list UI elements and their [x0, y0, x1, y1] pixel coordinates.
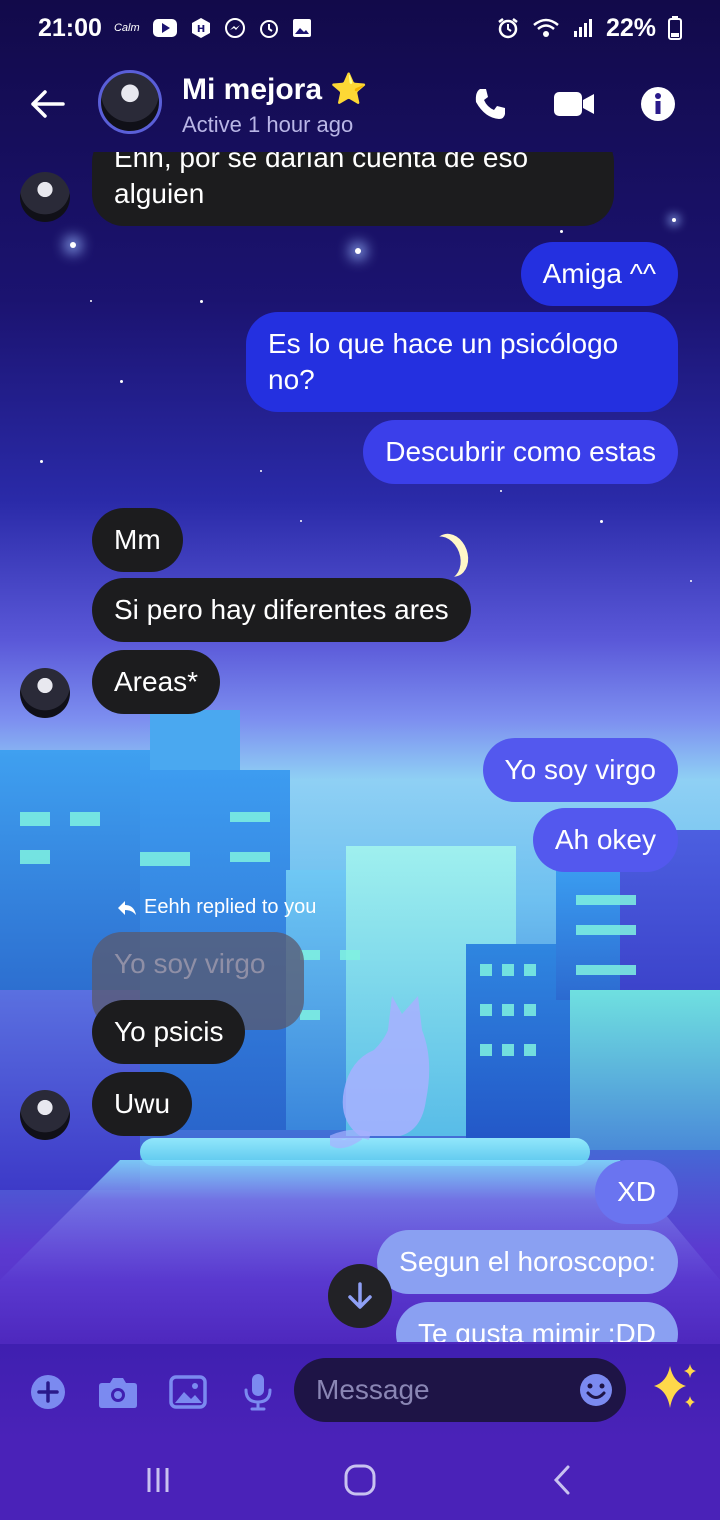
message-input[interactable]: Message: [294, 1358, 626, 1422]
message-bubble-outgoing[interactable]: Es lo que hace un psicólogo no?: [246, 312, 678, 412]
status-bar: 21:00 Calm H 22%: [0, 0, 720, 56]
sender-avatar[interactable]: [20, 172, 70, 222]
arrow-left-icon: [31, 90, 65, 118]
arrow-down-icon: [348, 1282, 372, 1309]
message-bubble-outgoing[interactable]: XD: [595, 1160, 678, 1224]
message-bubble-outgoing[interactable]: Ah okey: [532, 808, 678, 872]
battery-level: 22%: [605, 13, 656, 42]
voice-call-button[interactable]: [466, 80, 514, 128]
photo-gallery-icon: [169, 1375, 207, 1409]
gallery-button[interactable]: [162, 1366, 214, 1418]
battery-icon: [668, 16, 682, 40]
microphone-icon: [244, 1374, 272, 1411]
camera-icon: [99, 1378, 137, 1408]
message-bubble-outgoing[interactable]: Te gusta mimir :DD: [395, 1302, 678, 1342]
voice-message-button[interactable]: [232, 1366, 284, 1418]
smiley-icon: [580, 1374, 612, 1406]
video-camera-icon: [554, 92, 594, 116]
svg-text:H: H: [196, 24, 204, 35]
sender-avatar[interactable]: [20, 1090, 70, 1140]
system-navigation-bar: [0, 1440, 720, 1520]
sparkles-icon: [654, 1364, 696, 1408]
home-icon: [344, 1464, 376, 1496]
contact-avatar[interactable]: [98, 70, 162, 134]
sender-avatar[interactable]: [20, 668, 70, 718]
emoji-button[interactable]: [578, 1372, 614, 1408]
message-composer: Message: [0, 1344, 720, 1440]
plus-circle-icon: [31, 1375, 65, 1409]
conversation-info-button[interactable]: [634, 80, 682, 128]
messenger-icon: [224, 18, 245, 38]
sparkles-quick-reaction-button[interactable]: [646, 1360, 702, 1416]
wifi-icon: [533, 18, 559, 37]
message-bubble-incoming[interactable]: Si pero hay diferentes ares: [92, 578, 471, 642]
status-time: 21:00: [38, 13, 102, 42]
video-call-button[interactable]: [550, 80, 598, 128]
system-back-button[interactable]: [542, 1460, 582, 1500]
message-bubble-incoming[interactable]: Ehh, por se darían cuenta de eso alguien: [92, 152, 614, 226]
recent-apps-button[interactable]: [138, 1460, 178, 1500]
youtube-icon: [152, 19, 177, 37]
message-bubble-incoming[interactable]: Uwu: [92, 1072, 193, 1136]
alarm-icon: [259, 20, 278, 38]
star-emoji: ⭐: [330, 73, 368, 106]
alarm-icon: [498, 18, 518, 39]
back-button[interactable]: [24, 82, 72, 126]
message-bubble-outgoing[interactable]: Descubrir como estas: [363, 420, 678, 484]
calm-icon: Calm: [113, 22, 140, 34]
home-button[interactable]: [340, 1460, 380, 1500]
message-bubble-outgoing[interactable]: Yo soy virgo: [482, 738, 678, 802]
more-actions-button[interactable]: [22, 1366, 74, 1418]
image-icon: [292, 19, 311, 37]
phone-icon: [475, 89, 505, 119]
reply-indicator: Eehh replied to you: [116, 896, 316, 919]
message-bubble-incoming[interactable]: Mm: [92, 508, 183, 572]
reply-icon: [118, 900, 136, 915]
info-icon: [641, 87, 675, 121]
message-bubble-incoming[interactable]: Yo psicis: [92, 1000, 246, 1064]
app-icon: H: [191, 18, 210, 38]
message-thread[interactable]: Ehh, por se darían cuenta de eso alguien…: [0, 152, 720, 1342]
scroll-to-bottom-button[interactable]: [328, 1264, 392, 1328]
contact-active-status: Active 1 hour ago: [182, 112, 354, 137]
signal-icon: [573, 19, 592, 37]
message-bubble-outgoing[interactable]: Segun el horoscopo:: [377, 1230, 678, 1294]
camera-button[interactable]: [92, 1366, 144, 1418]
chevron-left-icon: [553, 1465, 570, 1495]
message-bubble-incoming[interactable]: Areas*: [92, 650, 221, 714]
conversation-header: Mi mejora ⭐ Active 1 hour ago: [0, 56, 720, 152]
message-bubble-outgoing[interactable]: Amiga ^^: [520, 242, 678, 306]
contact-name[interactable]: Mi mejora ⭐: [182, 72, 368, 107]
recent-apps-icon: [147, 1468, 169, 1492]
